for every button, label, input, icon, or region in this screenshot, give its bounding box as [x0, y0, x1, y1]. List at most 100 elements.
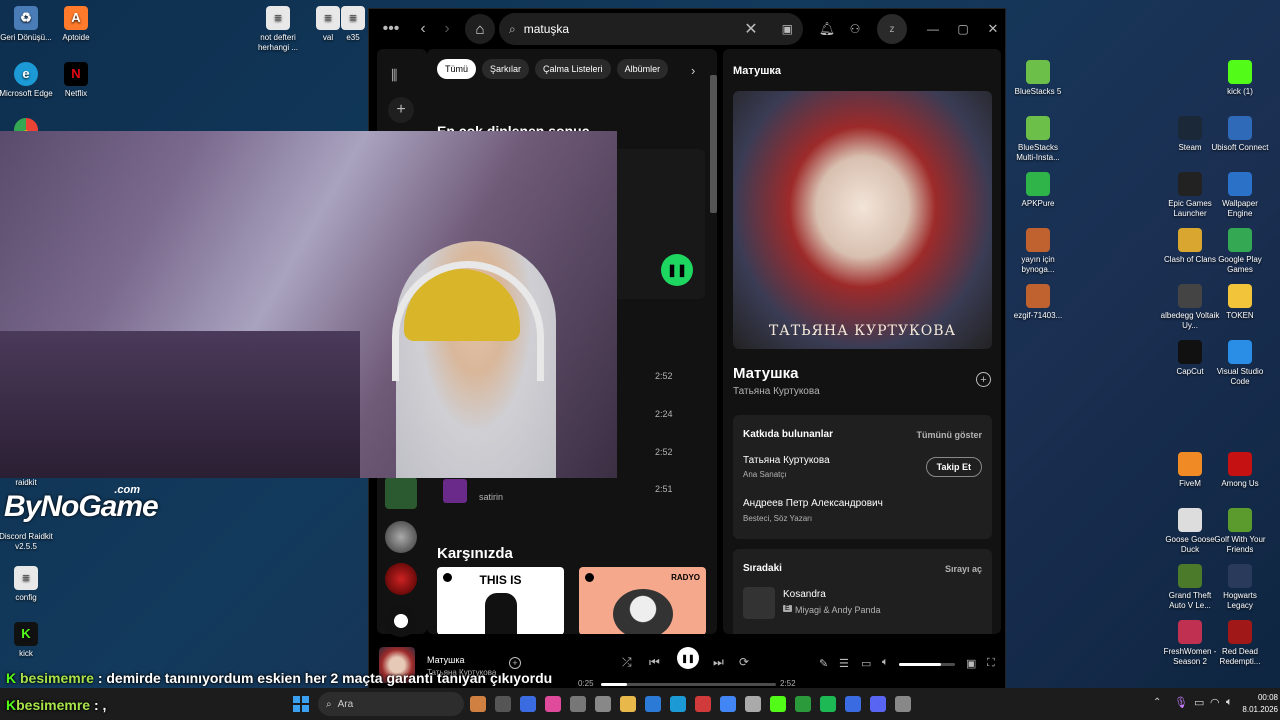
lyrics-icon[interactable]: ✎ — [819, 657, 828, 670]
close-icon[interactable]: ✕ — [981, 21, 1005, 37]
mail-icon[interactable] — [645, 696, 661, 712]
player-title[interactable]: Матушка — [427, 655, 465, 665]
teams-icon[interactable] — [520, 696, 536, 712]
credit-name[interactable]: Андреев Петр Александрович — [743, 498, 883, 509]
desktop-icon[interactable]: BlueStacks 5 — [1008, 60, 1068, 97]
library-item[interactable] — [385, 563, 417, 595]
shuffle-icon[interactable]: ⤮ — [622, 655, 632, 670]
desktop-icon[interactable]: Visual Studio Code — [1210, 340, 1270, 387]
add-to-library-icon[interactable]: + — [976, 372, 991, 387]
app-icon[interactable] — [470, 696, 486, 712]
back-arrow-icon[interactable]: ‹ — [411, 20, 435, 38]
chip-playlists[interactable]: Çalma Listeleri — [535, 59, 611, 79]
browse-icon[interactable]: ▣ — [782, 22, 793, 36]
radio-card[interactable]: RADYO — [579, 567, 706, 634]
file-icon[interactable] — [495, 696, 511, 712]
xbox-icon[interactable] — [795, 696, 811, 712]
discord-icon[interactable] — [870, 696, 886, 712]
app-icon[interactable] — [895, 696, 911, 712]
maximize-icon[interactable]: ▢ — [951, 22, 975, 36]
play-pause-button[interactable]: ❚❚ — [677, 647, 699, 669]
add-to-library-icon[interactable]: + — [509, 657, 521, 669]
friend-activity-icon[interactable]: ⚇ — [843, 22, 867, 36]
desktop-icon[interactable]: Among Us — [1210, 452, 1270, 489]
desktop-icon[interactable]: BlueStacks Multi-Insta... — [1008, 116, 1068, 163]
desktop-icon[interactable]: kick (1) — [1210, 60, 1270, 97]
minimize-icon[interactable]: — — [921, 22, 945, 36]
desktop-icon[interactable]: APKPure — [1008, 172, 1068, 209]
play-pause-button[interactable]: ❚❚ — [661, 254, 693, 286]
chip-songs[interactable]: Şarkılar — [482, 59, 530, 79]
app-icon[interactable] — [570, 696, 586, 712]
volume-icon[interactable]: 🔈︎ — [882, 656, 889, 669]
desktop-icon[interactable]: Golf With Your Friends — [1210, 508, 1270, 555]
song-artist[interactable]: Татьяна Куртукова — [733, 386, 820, 397]
credit-name[interactable]: Татьяна Куртукова — [743, 455, 830, 466]
progress-bar[interactable] — [601, 683, 776, 686]
wifi-icon[interactable]: ◠ — [1210, 696, 1220, 709]
follow-button[interactable]: Takip Et — [925, 457, 982, 477]
notifications-icon[interactable]: 🔔︎ — [815, 21, 839, 37]
scrollbar[interactable] — [710, 75, 717, 213]
desktop-icon[interactable]: TOKEN — [1210, 284, 1270, 321]
clock-time[interactable]: 00:08 — [1238, 693, 1278, 702]
next-icon[interactable]: ⏭︎ — [713, 655, 724, 670]
chip-all[interactable]: Tümü — [437, 59, 477, 79]
forward-arrow-icon[interactable]: › — [435, 20, 459, 38]
previous-icon[interactable]: ⏮︎ — [649, 655, 660, 670]
more-options-icon[interactable]: ••• — [379, 20, 403, 38]
volume-slider[interactable] — [899, 663, 955, 666]
app-icon[interactable] — [595, 696, 611, 712]
this-is-card[interactable]: THIS IS — [437, 567, 564, 634]
queue-song[interactable]: Kosandra — [783, 589, 826, 600]
desktop-icon[interactable]: Wallpaper Engine — [1210, 172, 1270, 219]
network-icon[interactable]: ▭ — [1194, 696, 1204, 709]
credits-show-all-link[interactable]: Tümünü göster — [917, 430, 983, 440]
desktop-icon-kick[interactable]: K kick — [0, 622, 56, 659]
connect-device-icon[interactable]: ▭ — [861, 657, 871, 670]
create-playlist-icon[interactable]: + — [388, 97, 414, 123]
desktop-icon-config[interactable]: ≡ config — [0, 566, 56, 603]
desktop-icon-discord-raidkit[interactable]: Discord Raidkit v2.5.5 — [0, 532, 56, 552]
kick-icon[interactable] — [770, 696, 786, 712]
desktop-icon[interactable]: Hogwarts Legacy — [1210, 564, 1270, 611]
avatar[interactable]: z — [877, 14, 907, 44]
desktop-icon[interactable]: Red Dead Redempti... — [1210, 620, 1270, 667]
desktop-icon[interactable]: Google Play Games — [1210, 228, 1270, 275]
repeat-icon[interactable]: ⟳ — [739, 655, 749, 669]
home-button[interactable]: ⌂ — [465, 14, 495, 44]
library-item[interactable] — [385, 605, 417, 637]
clear-search-icon[interactable]: ✕ — [744, 19, 757, 39]
queue-artist[interactable]: Miyagi & Andy Panda — [795, 605, 881, 615]
edge-icon[interactable] — [670, 696, 686, 712]
song-title[interactable]: Матушка — [733, 365, 798, 382]
folder-icon[interactable] — [620, 696, 636, 712]
desktop-icon-e35[interactable]: ≡ e35 — [338, 6, 368, 43]
microphone-icon[interactable]: 🎙︎ — [1174, 696, 1188, 709]
open-queue-link[interactable]: Sırayı aç — [945, 564, 982, 574]
start-icon[interactable] — [293, 696, 309, 712]
track-artist[interactable]: satirin — [479, 492, 503, 502]
desktop-icon-aptoide[interactable]: A Aptoide — [46, 6, 106, 43]
chips-next-icon[interactable]: › — [691, 63, 695, 78]
search-input[interactable]: ⌕ matuşka ✕ ▣ — [499, 13, 803, 45]
desktop-icon-netflix[interactable]: N Netflix — [46, 62, 106, 99]
library-icon[interactable]: ⫼ — [391, 67, 397, 84]
opera-icon[interactable] — [695, 696, 711, 712]
copilot-icon[interactable] — [545, 696, 561, 712]
library-item[interactable] — [385, 477, 417, 509]
tray-chevron-icon[interactable]: ⌃ — [1153, 697, 1161, 708]
desktop-icon[interactable]: ezgif-71403... — [1008, 284, 1068, 321]
taskbar-search[interactable]: ⌕ Ara — [318, 692, 464, 716]
mini-player-icon[interactable]: ▣ — [966, 657, 976, 670]
queue-icon[interactable]: ☰ — [839, 657, 849, 670]
spotify-icon[interactable] — [820, 696, 836, 712]
app-icon[interactable] — [745, 696, 761, 712]
library-item[interactable] — [385, 521, 417, 553]
desktop-icon[interactable]: Ubisoft Connect — [1210, 116, 1270, 153]
chip-albums[interactable]: Albümler — [616, 59, 669, 79]
fullscreen-icon[interactable]: ⛶ — [987, 657, 995, 670]
desktop-icon[interactable]: yayın için bynoga... — [1008, 228, 1068, 275]
app-icon[interactable] — [845, 696, 861, 712]
clock-date[interactable]: 8.01.2026 — [1228, 705, 1278, 714]
